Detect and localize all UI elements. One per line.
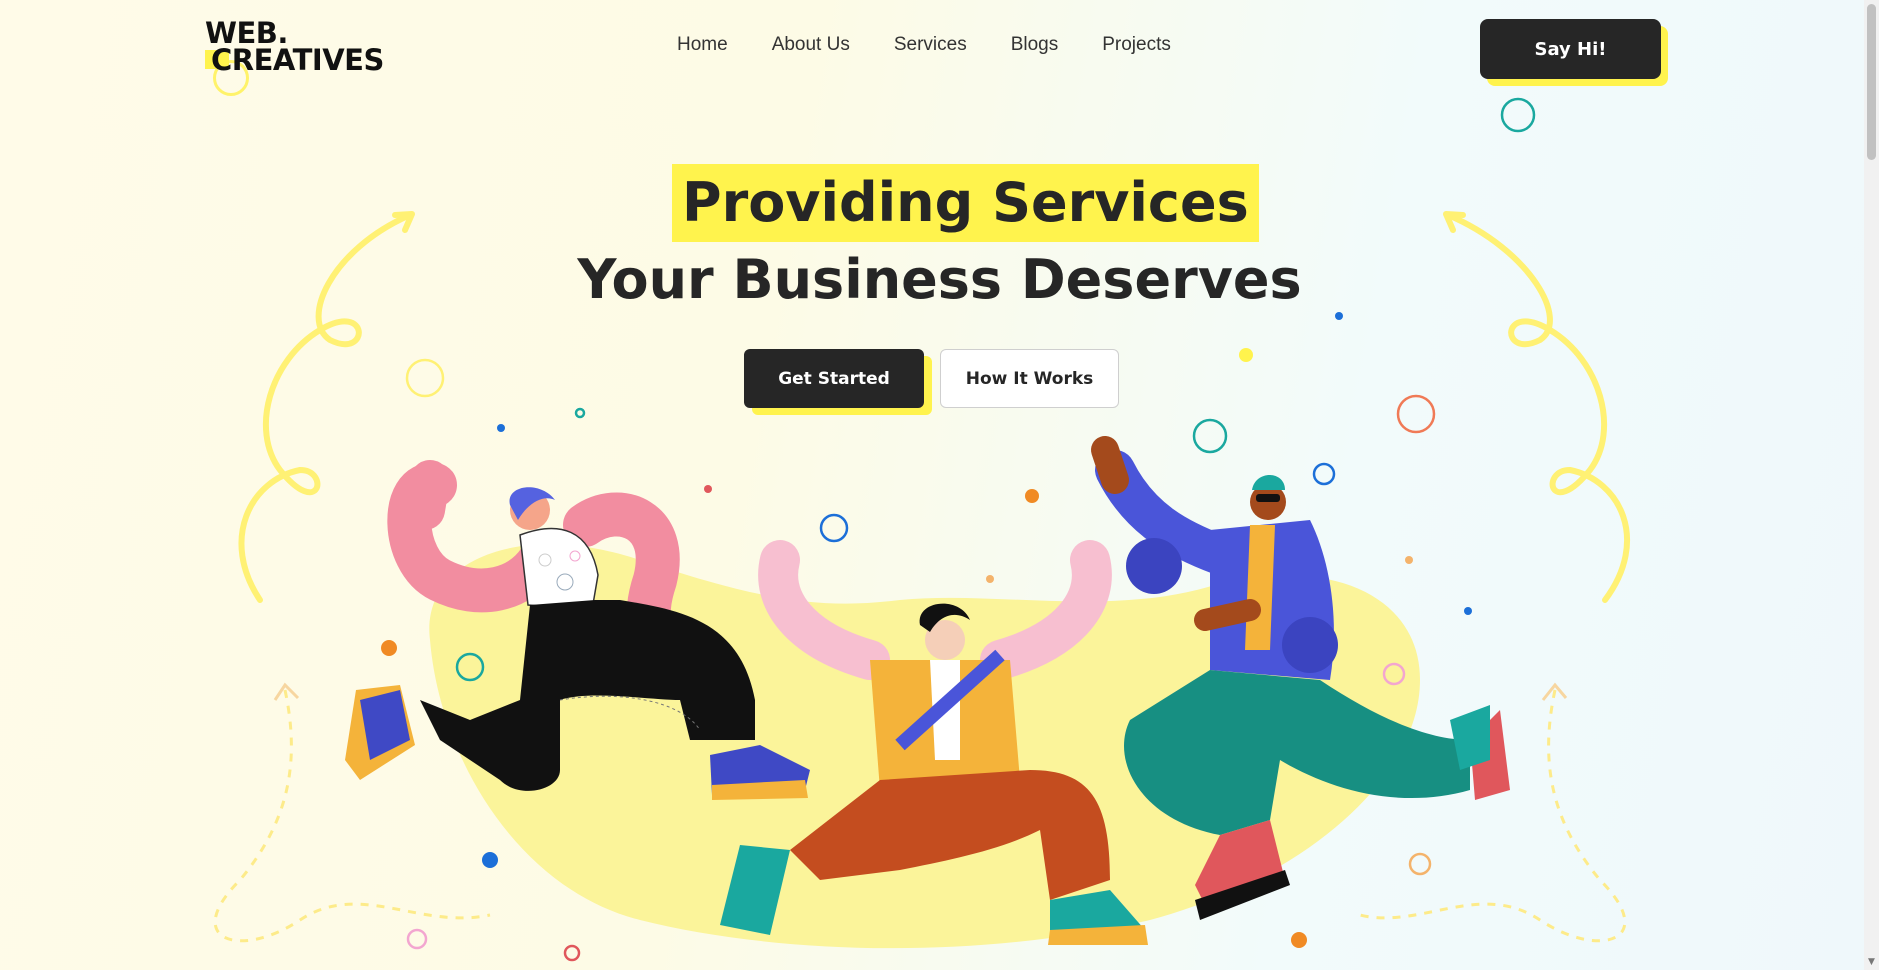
main-nav: Home About Us Services Blogs Projects [677,34,1171,56]
say-hi-button-wrap: Say Hi! [1480,19,1668,86]
page-scrollbar[interactable]: ▼ [1864,0,1879,970]
nav-about-us[interactable]: About Us [772,34,850,56]
get-started-button-wrap: Get Started [744,349,932,415]
scrollbar-thumb[interactable] [1867,4,1876,160]
scroll-down-arrow-icon[interactable]: ▼ [1864,955,1879,970]
hero-title-highlight: Providing Services [672,164,1259,242]
logo-line-2: CREATIVES [211,43,384,77]
get-started-button[interactable]: Get Started [744,349,924,408]
hero-illustration [213,97,1631,962]
brand-logo[interactable]: WEB. CREATIVES [205,19,384,96]
nav-home[interactable]: Home [677,34,728,56]
hero-title-rest: Your Business Deserves [577,248,1302,311]
nav-projects[interactable]: Projects [1102,34,1171,56]
how-it-works-button[interactable]: How It Works [940,349,1119,408]
nav-services[interactable]: Services [894,34,967,56]
say-hi-button[interactable]: Say Hi! [1480,19,1661,79]
nav-blogs[interactable]: Blogs [1011,34,1059,56]
